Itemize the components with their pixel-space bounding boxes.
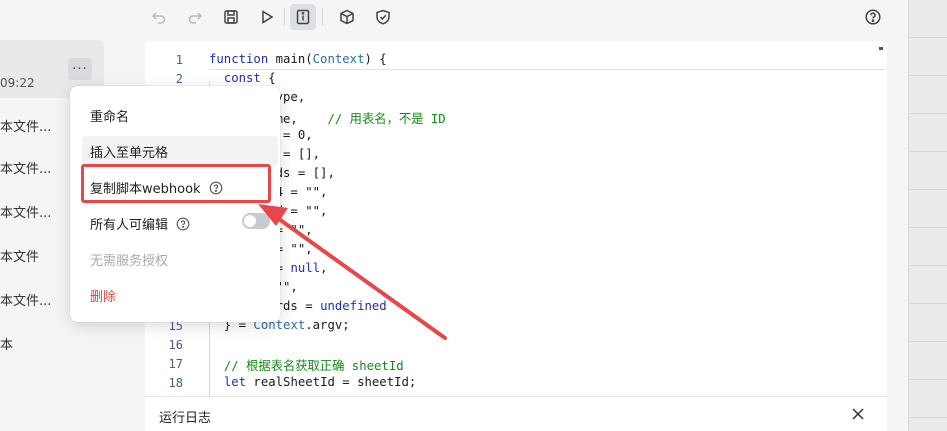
menu-item-insert-cell[interactable]: 插入至单元格 <box>90 142 168 161</box>
more-options-button[interactable]: ··· <box>68 58 92 80</box>
menu-item-insert-cell-label: 插入至单元格 <box>90 146 169 161</box>
undo-icon[interactable] <box>146 4 172 30</box>
toolbar <box>0 0 908 34</box>
line-number: 16 <box>168 338 183 352</box>
cube-icon[interactable] <box>334 4 360 30</box>
run-icon[interactable] <box>254 4 280 30</box>
code-line[interactable]: const { <box>209 71 276 85</box>
script-info-icon[interactable] <box>290 4 316 30</box>
toolbar-divider <box>322 8 323 26</box>
run-log-panel: 运行日志 <box>145 396 887 431</box>
script-time: 09:22 <box>0 76 35 90</box>
menu-item-no-auth-label: 无需服务授权 <box>90 254 169 269</box>
line-number: 1 <box>175 53 183 67</box>
menu-item-delete-label: 删除 <box>90 290 117 305</box>
menu-item-delete[interactable]: 删除 <box>90 286 116 305</box>
code-line[interactable]: let realSheetId = sheetId; <box>209 375 417 389</box>
script-item[interactable]: 本文件... <box>0 158 51 177</box>
spreadsheet-edge <box>908 0 947 431</box>
shield-check-icon[interactable] <box>370 4 396 30</box>
menu-item-all-can-edit[interactable]: 所有人可编辑 <box>90 214 190 233</box>
editor-top-rule <box>209 69 885 70</box>
line-number: 18 <box>168 376 183 390</box>
all-can-edit-toggle[interactable] <box>242 213 270 229</box>
script-item[interactable]: 本文件 <box>0 246 39 265</box>
line-number: 17 <box>168 357 183 371</box>
menu-item-rename[interactable]: 重命名 <box>90 106 129 125</box>
code-line[interactable]: // 根据表名获取正确 sheetId <box>209 356 404 374</box>
script-item[interactable]: 本 <box>0 334 13 353</box>
menu-item-all-can-edit-label: 所有人可编辑 <box>90 218 169 233</box>
toolbar-divider <box>284 8 285 26</box>
menu-item-no-auth: 无需服务授权 <box>90 250 168 269</box>
help-icon[interactable] <box>860 4 886 30</box>
line-number: 2 <box>175 72 183 86</box>
script-item[interactable]: 本文件... <box>0 202 51 221</box>
scroll-indicator <box>879 47 883 50</box>
menu-item-rename-label: 重命名 <box>90 110 130 125</box>
save-icon[interactable] <box>218 4 244 30</box>
script-item[interactable]: 本文件... <box>0 116 51 135</box>
code-line[interactable]: function main(Context) { <box>209 52 387 66</box>
script-item[interactable]: 本文件... <box>0 290 51 309</box>
help-icon[interactable] <box>176 217 190 231</box>
close-icon[interactable] <box>849 405 867 423</box>
annotation-highlight-box <box>81 164 271 203</box>
context-menu: 重命名 插入至单元格 复制脚本webhook 所有人可编辑 无需服务授权 删除 <box>70 86 280 322</box>
run-log-title: 运行日志 <box>159 411 212 426</box>
redo-icon[interactable] <box>182 4 208 30</box>
